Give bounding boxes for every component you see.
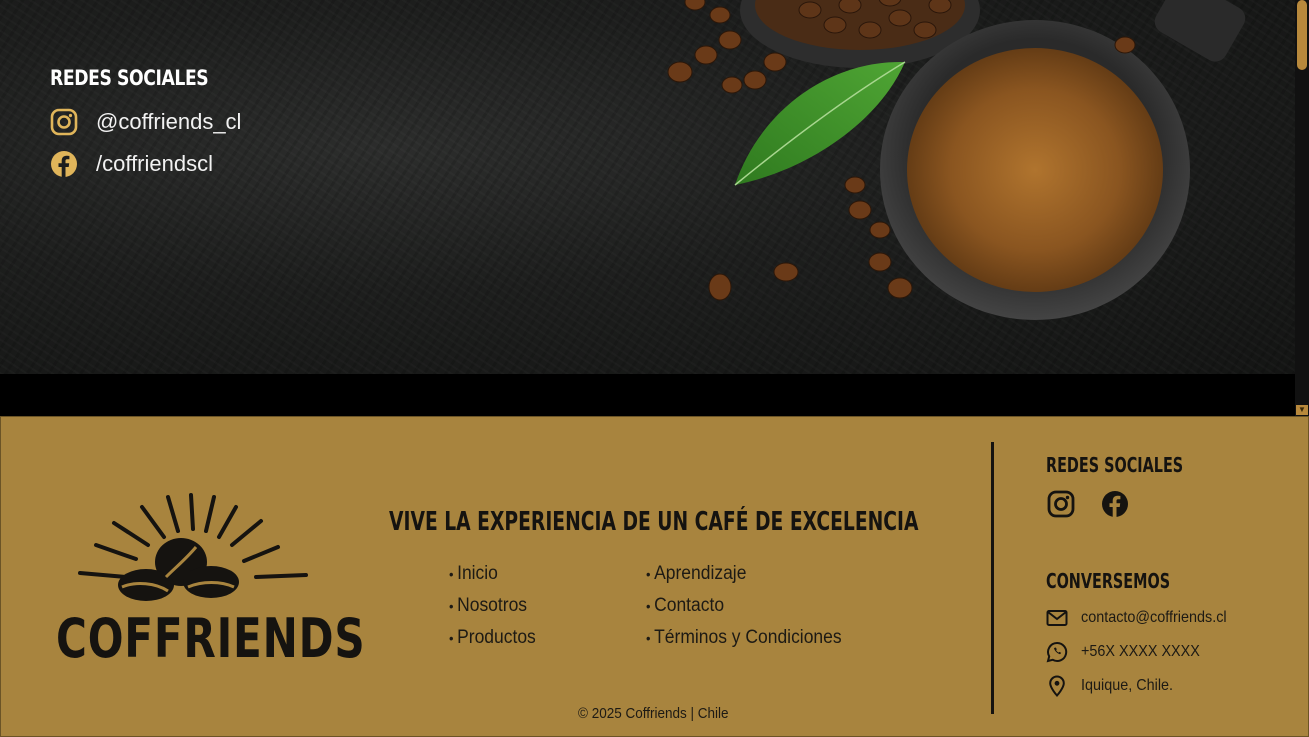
- instagram-icon: [50, 108, 78, 136]
- hero-social-heading: REDES SOCIALES: [50, 66, 209, 90]
- facebook-icon: [50, 150, 78, 178]
- nav-link-nosotros[interactable]: Nosotros: [449, 595, 536, 627]
- footer-social-block: REDES SOCIALES: [1046, 453, 1237, 519]
- whatsapp-icon: [1046, 641, 1068, 663]
- vertical-scrollbar[interactable]: ▼: [1295, 0, 1309, 416]
- hero-section: REDES SOCIALES @coffriends_cl /coffriend…: [0, 0, 1295, 374]
- contact-email[interactable]: contacto@coffriends.cl: [1046, 601, 1243, 635]
- contact-phone[interactable]: +56X XXXX XXXX: [1046, 635, 1243, 669]
- footer-nav-column-2: Aprendizaje Contacto Términos y Condicio…: [646, 563, 859, 659]
- coffee-beans-sunburst-icon: [78, 493, 308, 601]
- footer-contact-heading: CONVERSEMOS: [1046, 569, 1171, 593]
- contact-phone-text: +56X XXXX XXXX: [1081, 643, 1200, 660]
- copyright-text: © 2025 Coffriends | Chile: [578, 705, 729, 722]
- site-footer: COFFRIENDS VIVE LA EXPERIENCIA DE UN CAF…: [0, 416, 1309, 737]
- contact-location-text: Iquique, Chile.: [1081, 677, 1174, 694]
- contact-location[interactable]: Iquique, Chile.: [1046, 669, 1243, 703]
- hero-facebook-link[interactable]: /coffriendscl: [50, 150, 243, 178]
- contact-email-text: contacto@coffriends.cl: [1081, 609, 1227, 626]
- nav-link-inicio[interactable]: Inicio: [449, 563, 536, 595]
- hero-facebook-handle: /coffriendscl: [96, 151, 213, 176]
- section-separator: [0, 374, 1295, 415]
- location-pin-icon: [1046, 675, 1068, 697]
- scrollbar-thumb[interactable]: [1297, 0, 1307, 70]
- footer-nav-column-1: Inicio Nosotros Productos: [449, 563, 543, 659]
- hero-instagram-link[interactable]: @coffriends_cl: [50, 108, 243, 136]
- nav-link-contacto[interactable]: Contacto: [646, 595, 842, 627]
- vertical-divider: [991, 442, 994, 714]
- brand-name: COFFRIENDS: [56, 607, 366, 670]
- footer-social-heading: REDES SOCIALES: [1046, 453, 1184, 477]
- mail-icon: [1046, 607, 1068, 629]
- nav-link-productos[interactable]: Productos: [449, 627, 536, 659]
- instagram-icon[interactable]: [1046, 489, 1076, 519]
- hero-social-block: REDES SOCIALES @coffriends_cl /coffriend…: [50, 66, 243, 192]
- coffriends-logo[interactable]: COFFRIENDS: [56, 487, 366, 670]
- nav-link-aprendizaje[interactable]: Aprendizaje: [646, 563, 842, 595]
- hero-instagram-handle: @coffriends_cl: [96, 109, 242, 134]
- footer-tagline: VIVE LA EXPERIENCIA DE UN CAFÉ DE EXCELE…: [389, 507, 919, 537]
- scroll-down-arrow-icon[interactable]: ▼: [1296, 405, 1308, 415]
- nav-link-terminos[interactable]: Términos y Condiciones: [646, 627, 842, 659]
- footer-contact-block: CONVERSEMOS contacto@coffriends.cl +56X …: [1046, 569, 1243, 703]
- facebook-icon[interactable]: [1100, 489, 1130, 519]
